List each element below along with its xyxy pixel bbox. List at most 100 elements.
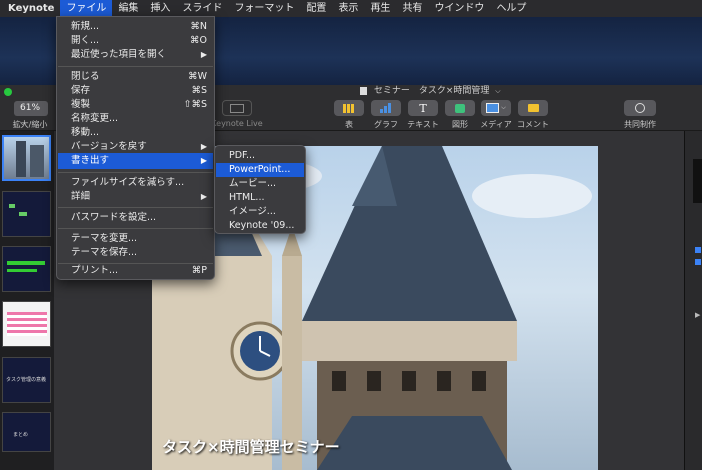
slide-thumbnail-5[interactable]: タスク管理の意義: [2, 357, 51, 403]
submenu-arrow-icon: ▶: [200, 192, 207, 201]
inspector-checkbox[interactable]: [695, 247, 701, 253]
menu-separator: [58, 66, 213, 67]
thumbnail-content: [7, 261, 45, 265]
menu-item-label: テーマを保存...: [71, 247, 138, 258]
menu-insert[interactable]: 挿入: [144, 0, 176, 17]
zoom-value: 61%: [20, 103, 41, 113]
chart-button[interactable]: [371, 100, 401, 116]
menu-app-keynote[interactable]: Keynote: [0, 0, 60, 17]
export-powerpoint[interactable]: PowerPoint...: [216, 163, 304, 177]
chevron-down-icon: ⌵: [501, 104, 506, 111]
menu-item-label: 名称変更...: [71, 113, 119, 124]
menu-play[interactable]: 再生: [364, 0, 396, 17]
add-person-icon: [635, 103, 645, 113]
menu-edit[interactable]: 編集: [112, 0, 144, 17]
thumbnail-content: [9, 204, 15, 208]
menu-item-label: 新規...: [71, 21, 100, 32]
menu-item-label: ファイルサイズを減らす...: [71, 177, 185, 188]
menu-item-label: パスワードを設定...: [71, 212, 157, 223]
thumbnail-content: [7, 312, 47, 336]
comment-label: コメント: [517, 120, 549, 129]
thumbnail-image: [30, 145, 44, 177]
export-pdf[interactable]: PDF...: [216, 149, 304, 163]
slide-thumbnail-3[interactable]: [2, 246, 51, 292]
thumbnail-content: [7, 269, 37, 272]
menu-slide[interactable]: スライド: [176, 0, 228, 17]
document-title-text: セミナー タスク×時間管理: [373, 86, 490, 96]
menu-item-label: 保存: [71, 85, 91, 96]
menu-item-label: テーマを変更...: [71, 233, 138, 244]
shape-button[interactable]: [445, 100, 475, 116]
inspector-checkbox[interactable]: [695, 259, 701, 265]
document-title: セミナー タスク×時間管理 ⌵: [360, 85, 501, 98]
menu-item-set-password[interactable]: パスワードを設定...: [58, 210, 213, 226]
comment-button[interactable]: [518, 100, 548, 116]
zoom-select[interactable]: 61% ⌵: [14, 101, 48, 127]
text-icon: T: [419, 101, 427, 115]
menu-separator: [58, 207, 213, 208]
keynote-live-button[interactable]: [222, 100, 252, 116]
document-icon: [360, 86, 367, 95]
menu-file[interactable]: ファイル: [60, 0, 113, 17]
inspector-preview: [693, 159, 702, 203]
menu-item-label: 詳細: [71, 191, 91, 202]
window-zoom-button[interactable]: [4, 88, 12, 96]
media-label: メディア: [480, 120, 512, 129]
menu-arrange[interactable]: 配置: [300, 0, 332, 17]
menu-help[interactable]: ヘルプ: [490, 0, 532, 17]
file-menu: 新規... ⌘N 開く... ⌘O 最近使った項目を開く ▶ 閉じる ⌘W 保存 ⌘S 複…: [56, 16, 215, 280]
shortcut: ⌘P: [191, 265, 207, 276]
export-submenu: PDF... PowerPoint... ムービー... HTML... イメー…: [214, 145, 306, 234]
menu-separator: [58, 172, 213, 173]
table-button[interactable]: [334, 100, 364, 116]
menu-share[interactable]: 共有: [396, 0, 428, 17]
shape-label: 図形: [452, 120, 468, 129]
menu-item-label: 書き出す: [71, 155, 110, 166]
menu-view[interactable]: 表示: [332, 0, 364, 17]
menu-item-advanced[interactable]: 詳細 ▶: [58, 189, 213, 205]
thumbnail-title: タスク管理の意義: [6, 377, 47, 383]
thumbnail-title: まとめ: [13, 432, 29, 438]
zoom-label: 拡大/縮小: [12, 120, 48, 129]
export-movie[interactable]: ムービー...: [216, 177, 304, 191]
menu-item-print[interactable]: プリント... ⌘P: [58, 263, 213, 279]
chevron-down-icon[interactable]: ⌵: [495, 87, 500, 95]
export-keynote09[interactable]: Keynote '09...: [216, 219, 304, 233]
format-inspector: ▶: [684, 131, 702, 470]
menu-item-label: 最近使った項目を開く: [71, 49, 167, 60]
chart-label: グラフ: [374, 120, 398, 129]
menu-item-open-recent[interactable]: 最近使った項目を開く ▶: [58, 47, 213, 63]
menu-format[interactable]: フォーマット: [228, 0, 300, 17]
menu-item-save-theme[interactable]: テーマを保存...: [58, 245, 213, 261]
table-icon: [343, 103, 355, 113]
thumbnail-image: [16, 141, 26, 177]
shape-icon: [455, 103, 465, 113]
thumbnail-content: [19, 212, 27, 216]
slide-thumbnail-6[interactable]: まとめ: [2, 412, 51, 452]
chart-icon: [380, 103, 391, 113]
slide-thumbnail-2[interactable]: [2, 191, 51, 237]
media-button[interactable]: ⌵: [481, 100, 511, 116]
export-image[interactable]: イメージ...: [216, 205, 304, 219]
slide-navigator: タスク管理の意義 まとめ: [0, 131, 54, 470]
keynote-live-label: Keynote Live: [211, 119, 263, 128]
table-label: 表: [345, 120, 353, 129]
export-html[interactable]: HTML...: [216, 191, 304, 205]
slide-title[interactable]: タスク×時間管理セミナー: [162, 436, 340, 457]
menu-bar: Keynote ファイル 編集 挿入 スライド フォーマット 配置 表示 再生 …: [0, 0, 702, 17]
menu-item-label: プリント...: [71, 265, 119, 276]
menu-item-export[interactable]: 書き出す ▶: [58, 153, 213, 169]
collaborate-label: 共同制作: [624, 120, 656, 129]
menu-item-label: 開く...: [71, 35, 100, 46]
disclosure-arrow-icon[interactable]: ▶: [695, 311, 700, 319]
menu-window[interactable]: ウインドウ: [428, 0, 490, 17]
submenu-arrow-icon: ▶: [200, 50, 207, 59]
text-button[interactable]: T: [408, 100, 438, 116]
slide-thumbnail-1[interactable]: [2, 135, 51, 181]
menu-separator: [58, 228, 213, 229]
slide-thumbnail-4[interactable]: [2, 301, 51, 347]
collaborate-button[interactable]: [624, 100, 656, 116]
media-icon: [486, 103, 500, 113]
comment-icon: [527, 104, 539, 112]
display-icon: [230, 103, 244, 113]
